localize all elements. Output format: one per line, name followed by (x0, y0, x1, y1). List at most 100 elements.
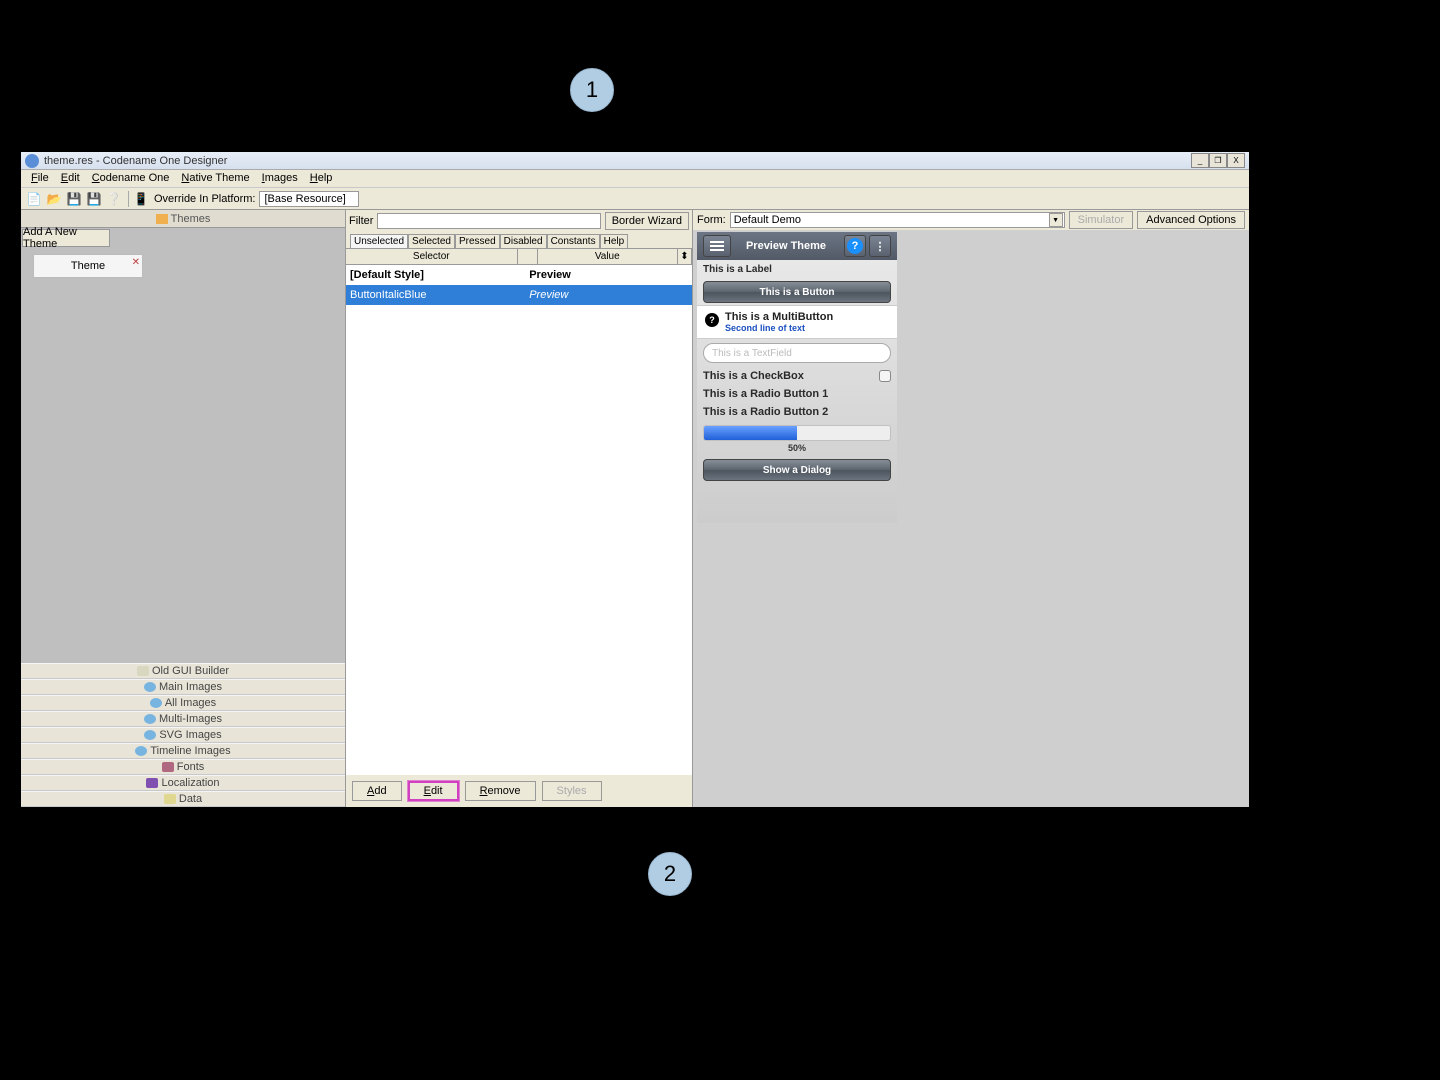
theme-delete-icon[interactable]: ✕ (132, 257, 140, 268)
cat-localization[interactable]: Localization (21, 775, 345, 791)
override-label: Override In Platform: (154, 193, 255, 205)
preview-label: This is a Label (697, 260, 897, 279)
image-icon (144, 682, 156, 692)
data-icon (164, 794, 176, 804)
preview-radio1-label: This is a Radio Button 1 (703, 388, 828, 400)
cat-main-images[interactable]: Main Images (21, 679, 345, 695)
tab-selected[interactable]: Selected (408, 234, 455, 248)
cat-multi-images[interactable]: Multi-Images (21, 711, 345, 727)
image-icon (144, 730, 156, 740)
preview-title: Preview Theme (731, 240, 841, 252)
themes-icon (156, 214, 168, 224)
toolbar: 📄 📂 💾 💾 ❔ 📱 Override In Platform: [Base … (21, 188, 1249, 210)
tab-help[interactable]: Help (600, 234, 629, 248)
help-icon-button[interactable]: ? (844, 235, 866, 257)
preview-radio2-row[interactable]: This is a Radio Button 2 (697, 403, 897, 421)
close-button[interactable]: X (1227, 153, 1245, 168)
callout-2: 2 (648, 852, 692, 896)
table-row[interactable]: [Default Style] Preview (346, 265, 692, 285)
middle-panel: Filter Border Wizard Unselected Selected… (345, 210, 693, 807)
cat-data[interactable]: Data (21, 791, 345, 807)
edit-button[interactable]: Edit (408, 781, 459, 801)
preview-textfield[interactable]: This is a TextField (703, 343, 891, 363)
style-tabs: Unselected Selected Pressed Disabled Con… (346, 232, 692, 249)
overflow-icon[interactable]: ⋮ (869, 235, 891, 257)
advanced-options-button[interactable]: Advanced Options (1137, 211, 1245, 229)
slider-fill (704, 426, 797, 440)
preview-button[interactable]: This is a Button (703, 281, 891, 303)
tab-constants[interactable]: Constants (547, 234, 600, 248)
menu-file[interactable]: File (25, 170, 55, 187)
phone-preview: Preview Theme ? ⋮ This is a Label This i… (697, 232, 897, 523)
preview-slider[interactable] (703, 425, 891, 441)
window-title: theme.res - Codename One Designer (44, 155, 1191, 167)
font-icon (162, 762, 174, 772)
tab-disabled[interactable]: Disabled (500, 234, 547, 248)
right-panel: Form: Default Demo ▼ Simulator Advanced … (693, 210, 1249, 807)
cat-timeline-images[interactable]: Timeline Images (21, 743, 345, 759)
row-selector: ButtonItalicBlue (346, 289, 525, 301)
titlebar: theme.res - Codename One Designer _ ❐ X (21, 152, 1249, 170)
multibutton-line2: Second line of text (725, 323, 833, 333)
table-row-selected[interactable]: ButtonItalicBlue Preview (346, 285, 692, 305)
cat-all-images[interactable]: All Images (21, 695, 345, 711)
row-value: Preview (525, 289, 692, 301)
preview-checkbox-row[interactable]: This is a CheckBox (697, 367, 897, 385)
preview-radio1-row[interactable]: This is a Radio Button 1 (697, 385, 897, 403)
maximize-button[interactable]: ❐ (1209, 153, 1227, 168)
cat-svg-images[interactable]: SVG Images (21, 727, 345, 743)
tab-pressed[interactable]: Pressed (455, 234, 500, 248)
save-icon[interactable]: 💾 (65, 190, 83, 208)
gui-icon (137, 666, 149, 676)
image-icon (144, 714, 156, 724)
col-selector[interactable]: Selector (346, 249, 518, 264)
help-icon[interactable]: ❔ (105, 190, 123, 208)
form-combo[interactable]: Default Demo ▼ (730, 212, 1065, 228)
minimize-button[interactable]: _ (1191, 153, 1209, 168)
preview-slider-label: 50% (697, 443, 897, 453)
open-icon[interactable]: 📂 (45, 190, 63, 208)
platform-icon[interactable]: 📱 (132, 190, 150, 208)
preview-radio2-label: This is a Radio Button 2 (703, 406, 828, 418)
themes-header-label: Themes (171, 213, 211, 225)
checkbox-icon[interactable] (879, 370, 891, 382)
menu-native-theme[interactable]: Native Theme (175, 170, 255, 187)
tab-unselected[interactable]: Unselected (350, 234, 408, 248)
style-table: [Default Style] Preview ButtonItalicBlue… (346, 265, 692, 775)
add-button[interactable]: Add (352, 781, 402, 801)
simulator-button[interactable]: Simulator (1069, 211, 1133, 229)
col-value[interactable]: Value (538, 249, 679, 264)
form-value: Default Demo (734, 214, 801, 226)
cat-fonts[interactable]: Fonts (21, 759, 345, 775)
new-icon[interactable]: 📄 (25, 190, 43, 208)
hamburger-icon[interactable] (703, 235, 731, 257)
menu-images[interactable]: Images (256, 170, 304, 187)
filter-label: Filter (349, 215, 373, 227)
row-selector: [Default Style] (346, 269, 525, 281)
saveas-icon[interactable]: 💾 (85, 190, 103, 208)
preview-dialog-button[interactable]: Show a Dialog (703, 459, 891, 481)
col-blank (518, 249, 538, 264)
image-icon (150, 698, 162, 708)
theme-item[interactable]: Theme ✕ (33, 254, 143, 278)
callout-1: 1 (570, 68, 614, 112)
preview-multibutton[interactable]: ? This is a MultiButton Second line of t… (697, 305, 897, 339)
localization-icon (146, 778, 158, 788)
override-combo[interactable]: [Base Resource] (259, 191, 359, 207)
cat-old-gui[interactable]: Old GUI Builder (21, 663, 345, 679)
app-window: theme.res - Codename One Designer _ ❐ X … (20, 151, 1250, 808)
toolbar-separator (128, 191, 129, 207)
left-panel: Themes Add A New Theme Theme ✕ Old GUI B… (21, 210, 345, 807)
menubar: File Edit Codename One Native Theme Imag… (21, 170, 1249, 188)
menu-edit[interactable]: Edit (55, 170, 86, 187)
add-theme-button[interactable]: Add A New Theme (22, 229, 110, 247)
filter-input[interactable] (377, 213, 600, 229)
remove-button[interactable]: Remove (465, 781, 536, 801)
image-icon (135, 746, 147, 756)
menu-codenameone[interactable]: Codename One (86, 170, 176, 187)
border-wizard-button[interactable]: Border Wizard (605, 212, 689, 230)
menu-help[interactable]: Help (304, 170, 339, 187)
col-control[interactable]: ⬍ (678, 249, 692, 264)
form-label: Form: (697, 214, 726, 226)
chevron-down-icon: ▼ (1049, 213, 1063, 227)
